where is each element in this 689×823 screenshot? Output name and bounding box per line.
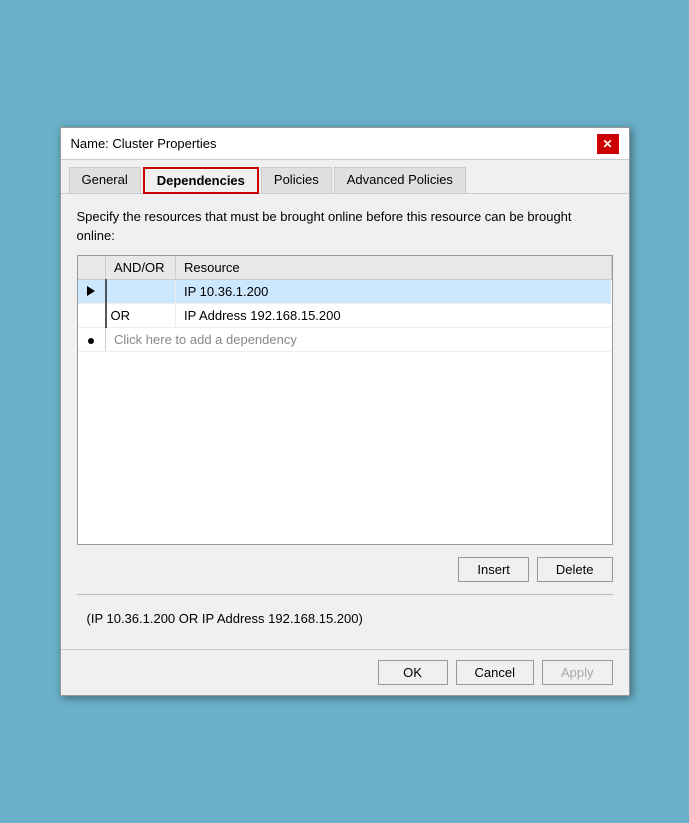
row-indicator [78,279,106,303]
dialog-window: Name: Cluster Properties ✕ General Depen… [60,127,630,695]
cancel-button[interactable]: Cancel [456,660,534,685]
resource-cell[interactable]: IP Address 192.168.15.200 [176,303,612,327]
andor-cell[interactable]: OR [106,303,176,327]
grid-buttons: Insert Delete [77,553,613,586]
title-bar: Name: Cluster Properties ✕ [61,128,629,160]
apply-button[interactable]: Apply [542,660,613,685]
andor-cell[interactable] [106,279,176,303]
tab-policies[interactable]: Policies [261,167,332,194]
resource-cell[interactable]: IP 10.36.1.200 [176,279,612,303]
tabs-bar: General Dependencies Policies Advanced P… [61,160,629,194]
tab-general[interactable]: General [69,167,141,194]
col-andor: AND/OR [106,256,176,280]
col-indicator [78,256,106,280]
dependencies-grid[interactable]: AND/OR Resource IP 10.36.1.200 OR [77,255,613,545]
content-area: Specify the resources that must be broug… [61,194,629,648]
arrow-icon [87,286,95,296]
row-dot [78,327,106,351]
separator [77,594,613,595]
description-text: Specify the resources that must be broug… [77,208,613,244]
dialog-title: Name: Cluster Properties [71,136,217,151]
row-indicator [78,303,106,327]
col-resource: Resource [176,256,612,280]
footer-buttons: OK Cancel Apply [61,649,629,695]
close-button[interactable]: ✕ [597,134,619,154]
dot-icon [88,338,94,344]
table-row[interactable]: OR IP Address 192.168.15.200 [78,303,612,327]
add-dependency-text[interactable]: Click here to add a dependency [106,327,612,351]
table-header-row: AND/OR Resource [78,256,612,280]
table-row[interactable]: IP 10.36.1.200 [78,279,612,303]
ok-button[interactable]: OK [378,660,448,685]
add-dependency-row[interactable]: Click here to add a dependency [78,327,612,351]
insert-button[interactable]: Insert [458,557,529,582]
delete-button[interactable]: Delete [537,557,613,582]
expression-text: (IP 10.36.1.200 OR IP Address 192.168.15… [77,603,613,635]
tab-dependencies[interactable]: Dependencies [143,167,259,194]
tab-advanced-policies[interactable]: Advanced Policies [334,167,466,194]
